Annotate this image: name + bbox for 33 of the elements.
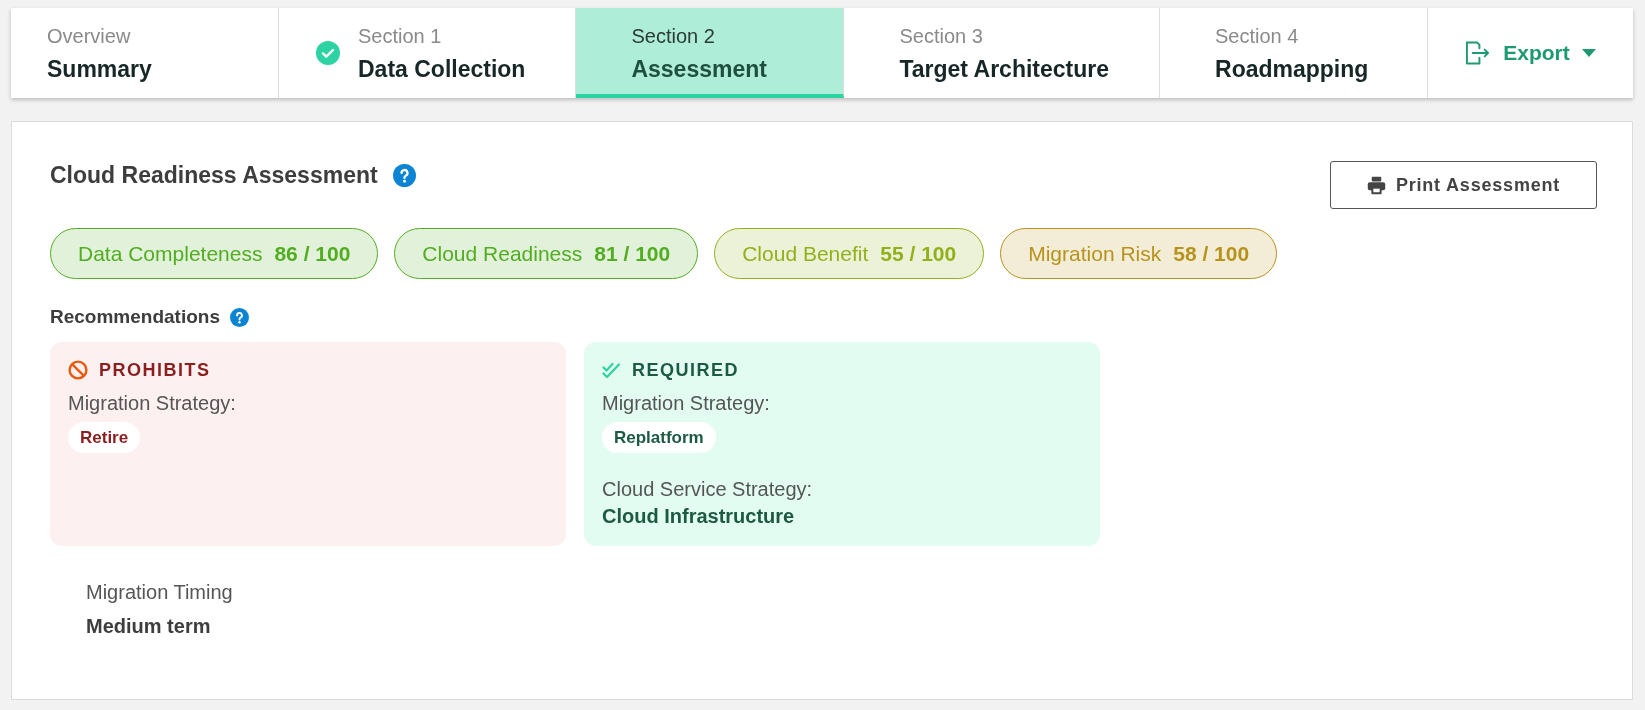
recommendations-heading: Recommendations bbox=[50, 306, 220, 328]
step-tab[interactable]: Section 4 Roadmapping bbox=[1160, 8, 1429, 98]
field-value: Cloud Infrastructure bbox=[602, 505, 795, 527]
export-menu-button[interactable]: Export bbox=[1428, 8, 1633, 98]
field-label: Migration Strategy: bbox=[68, 392, 236, 414]
score-label: Data Completeness bbox=[78, 241, 263, 266]
score-label: Migration Risk bbox=[1028, 241, 1162, 266]
help-icon[interactable] bbox=[230, 307, 249, 327]
card-heading: REQUIRED bbox=[632, 359, 739, 382]
print-button[interactable]: Print Assessment bbox=[1330, 161, 1597, 209]
card-heading: PROHIBITS bbox=[99, 359, 211, 382]
step-tab[interactable]: Section 3 Target Architecture bbox=[844, 8, 1161, 98]
score-label: Cloud Benefit bbox=[742, 241, 869, 266]
timing-value: Medium term bbox=[86, 615, 211, 637]
score-label: Cloud Readiness bbox=[422, 241, 583, 266]
score-value: 55 / 100 bbox=[880, 241, 957, 266]
prohibited-icon bbox=[68, 360, 88, 380]
section-title: Cloud Readiness Assessment bbox=[50, 161, 378, 189]
score-value: 86 / 100 bbox=[274, 241, 351, 266]
step-tab[interactable]: Section 2 Assessment bbox=[576, 8, 845, 98]
printer-icon bbox=[1366, 175, 1386, 195]
step-tab[interactable]: Overview Summary bbox=[11, 8, 279, 98]
timing-label: Migration Timing bbox=[86, 581, 233, 603]
field-label: Migration Strategy: bbox=[602, 392, 770, 414]
double-check-icon bbox=[602, 361, 621, 379]
caret-down-icon bbox=[1581, 49, 1596, 57]
help-icon[interactable] bbox=[392, 163, 416, 187]
score-value: 81 / 100 bbox=[594, 241, 671, 266]
export-icon bbox=[1465, 41, 1491, 65]
strategy-tag: Replatform bbox=[602, 422, 716, 453]
strategy-tag: Retire bbox=[68, 422, 141, 453]
score-value: 58 / 100 bbox=[1173, 241, 1250, 266]
field-label: Cloud Service Strategy: bbox=[602, 478, 813, 500]
